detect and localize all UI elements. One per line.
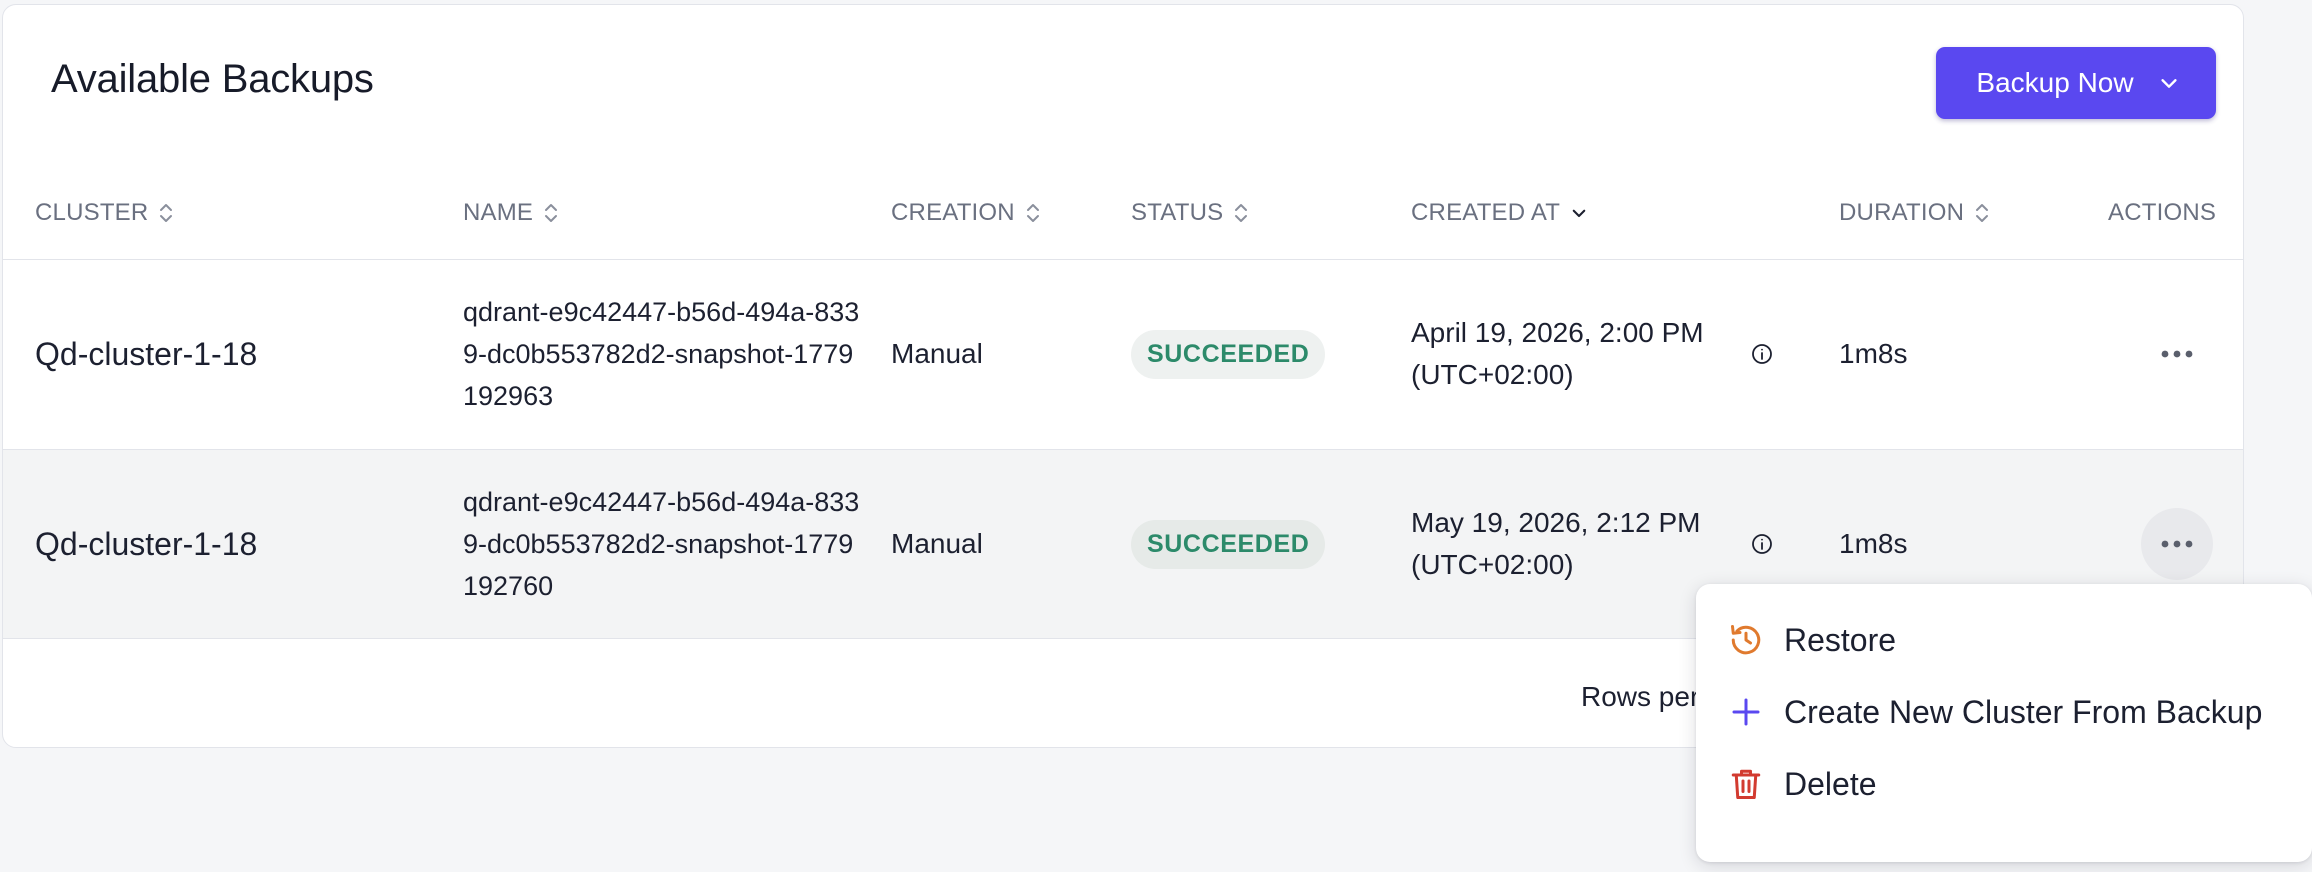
created-at-date: April 19, 2026, 2:00 PM [1411,317,1704,348]
duration-cell: 1m8s [1839,338,1908,369]
sort-icon [543,201,559,225]
plus-icon [1728,694,1764,730]
sort-icon [1025,201,1041,225]
sort-icon [1233,201,1249,225]
more-horizontal-icon [2161,540,2193,548]
rows-per-page-label: Rows per [1581,681,1700,712]
trash-icon [1728,766,1764,802]
menu-item-label: Restore [1784,621,1897,658]
page-title: Available Backups [51,57,374,101]
sort-icon [158,201,174,225]
column-header-created-at[interactable]: CREATED AT [1411,195,1588,231]
cluster-cell: Qd-cluster-1-18 [35,335,258,372]
menu-item-delete[interactable]: Delete [1696,748,2312,820]
column-label: STATUS [1131,199,1224,226]
column-header-actions: ACTIONS [2108,195,2216,231]
backup-name-cell: qdrant-e9c42447-b56d-494a-8339-dc0b55378… [463,297,860,411]
status-cell: SUCCEEDED [1131,260,1326,448]
menu-item-restore[interactable]: Restore [1696,604,2312,676]
more-actions-button[interactable] [2141,318,2213,390]
restore-icon [1728,622,1764,658]
column-label: CREATION [891,199,1015,226]
column-header-creation[interactable]: CREATION [891,195,1041,231]
column-header-status[interactable]: STATUS [1131,195,1249,231]
column-label: CREATED AT [1411,199,1561,226]
menu-item-create-cluster-from-backup[interactable]: Create New Cluster From Backup [1696,676,2312,748]
menu-item-label: Create New Cluster From Backup [1784,693,2263,730]
menu-item-label: Delete [1784,765,1877,802]
backup-now-button[interactable]: Backup Now [1936,47,2216,119]
chevron-down-icon [2160,79,2177,88]
column-header-cluster[interactable]: CLUSTER [35,195,174,231]
created-at-date: May 19, 2026, 2:12 PM [1411,507,1701,538]
actions-cell [2141,260,2213,448]
table-row: Qd-cluster-1-18 qdrant-e9c42447-b56d-494… [3,259,2243,449]
backup-now-label: Backup Now [1976,67,2134,98]
info-icon[interactable] [1750,532,1774,556]
column-header-name[interactable]: NAME [463,195,559,231]
status-cell: SUCCEEDED [1131,450,1326,638]
more-horizontal-icon [2161,350,2193,358]
column-label: NAME [463,199,534,226]
cluster-cell: Qd-cluster-1-18 [35,525,258,562]
created-at-timezone: (UTC+02:00) [1411,359,1574,390]
info-cell [1750,260,1774,448]
creation-cell: Manual [891,528,983,559]
more-actions-button[interactable] [2141,508,2213,580]
actions-dropdown-menu: Restore Create New Cluster From Backup D… [1696,584,2312,862]
column-label: ACTIONS [2108,199,2217,226]
creation-cell: Manual [891,338,983,369]
status-badge: SUCCEEDED [1131,329,1326,379]
info-icon[interactable] [1750,342,1774,366]
status-badge: SUCCEEDED [1131,519,1326,569]
sort-desc-icon [1570,204,1588,222]
backup-name-cell: qdrant-e9c42447-b56d-494a-8339-dc0b55378… [463,487,860,601]
column-header-duration[interactable]: DURATION [1839,195,1990,231]
sort-icon [1974,201,1990,225]
created-at-timezone: (UTC+02:00) [1411,549,1574,580]
created-at-cell: April 19, 2026, 2:00 PM (UTC+02:00) [1411,260,1731,448]
created-at-cell: May 19, 2026, 2:12 PM (UTC+02:00) [1411,450,1731,638]
column-label: CLUSTER [35,199,149,226]
column-label: DURATION [1839,199,1965,226]
